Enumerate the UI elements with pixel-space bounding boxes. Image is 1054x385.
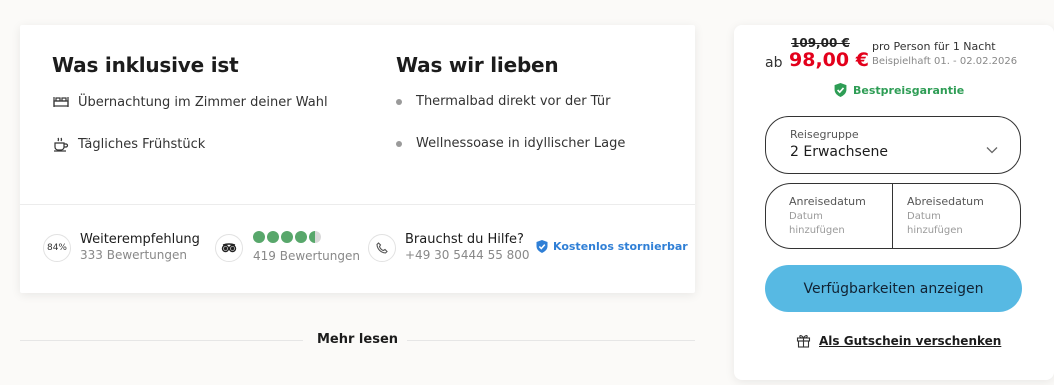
- departure-label: Abreisedatum: [907, 195, 984, 208]
- tripadvisor-count: 419 Bewertungen: [253, 249, 360, 263]
- gift-voucher-link[interactable]: Als Gutschein verschenken: [796, 333, 1001, 348]
- travel-group-value: 2 Erwachsene: [790, 144, 888, 160]
- gift-icon: [796, 333, 811, 348]
- arrival-label: Anreisedatum: [789, 195, 866, 208]
- departure-placeholder: Datum hinzufügen: [907, 211, 963, 236]
- coffee-cup-icon: [52, 136, 70, 152]
- inclusive-item-room: Übernachtung im Zimmer deiner Wahl: [52, 94, 328, 110]
- booking-card: 109,00 € ab 98,00 € pro Person für 1 Nac…: [734, 25, 1054, 380]
- rating-bubble-full: [295, 231, 307, 243]
- chevron-down-icon: [986, 139, 998, 158]
- inclusive-item-breakfast: Tägliches Frühstück: [52, 136, 205, 152]
- rating-bubble-full: [281, 231, 293, 243]
- free-cancellation-badge: Kostenlos stornierbar: [536, 240, 688, 253]
- bullet-dot: [396, 140, 402, 147]
- inclusive-item-label: Tägliches Frühstück: [78, 136, 206, 152]
- example-dates: Beispielhaft 01. - 02.02.2026: [872, 56, 1018, 67]
- phone-icon: [368, 234, 396, 262]
- love-item-label: Wellnessoase in idyllischer Lage: [416, 136, 626, 151]
- date-range-picker: Anreisedatum Datum hinzufügen Abreisedat…: [765, 183, 1021, 249]
- rating-bubble-full: [253, 231, 265, 243]
- free-cancellation-label: Kostenlos stornierbar: [553, 240, 688, 253]
- trust-bar: 84% Weiterempfehlung 333 Bewertungen 419…: [20, 204, 695, 293]
- inclusive-title: Was inklusive ist: [52, 53, 239, 77]
- arrival-date-field[interactable]: Anreisedatum Datum hinzufügen: [766, 184, 893, 248]
- inclusions-card: Was inklusive ist Übernachtung im Zimmer…: [20, 25, 695, 293]
- love-title: Was wir lieben: [396, 53, 559, 77]
- old-price: 109,00 €: [791, 36, 850, 50]
- rating-bubble-full: [267, 231, 279, 243]
- gift-voucher-label: Als Gutschein verschenken: [819, 333, 1002, 348]
- tripadvisor-owl-icon: [215, 234, 243, 262]
- recommendation-title: Weiterempfehlung: [80, 232, 200, 247]
- departure-date-field[interactable]: Abreisedatum Datum hinzufügen: [893, 184, 1020, 248]
- recommendation-percent: 84%: [46, 243, 67, 253]
- tripadvisor-rating: [253, 231, 321, 243]
- travel-group-select[interactable]: Reisegruppe 2 Erwachsene: [765, 116, 1021, 174]
- current-price: 98,00 €: [789, 49, 869, 71]
- bullet-dot: [396, 98, 402, 105]
- help-title: Brauchst du Hilfe?: [405, 232, 524, 247]
- rating-bubble-half: [309, 231, 321, 243]
- read-more[interactable]: Mehr lesen: [20, 330, 695, 350]
- love-item: Thermalbad direkt vor der Tür: [396, 94, 610, 109]
- best-price-guarantee: Bestpreisgarantie: [834, 83, 964, 97]
- love-column: Was wir lieben: [396, 53, 559, 77]
- per-person-note: pro Person für 1 Nacht: [872, 40, 996, 53]
- inclusive-column: Was inklusive ist: [52, 53, 239, 77]
- shield-check-icon: [536, 240, 548, 253]
- love-item-label: Thermalbad direkt vor der Tür: [416, 94, 611, 109]
- recommendation-percent-badge: 84%: [43, 234, 71, 262]
- bed-icon: [52, 94, 70, 110]
- best-price-label: Bestpreisgarantie: [853, 83, 965, 97]
- recommendation-count: 333 Bewertungen: [80, 248, 187, 262]
- divider-right: [407, 340, 695, 341]
- arrival-placeholder: Datum hinzufügen: [789, 211, 845, 236]
- inclusive-item-label: Übernachtung im Zimmer deiner Wahl: [78, 94, 328, 110]
- help-phone[interactable]: +49 30 5444 55 800: [405, 248, 530, 262]
- love-item: Wellnessoase in idyllischer Lage: [396, 136, 625, 151]
- travel-group-label: Reisegruppe: [790, 128, 859, 141]
- show-availability-button[interactable]: Verfügbarkeiten anzeigen: [765, 265, 1022, 312]
- price-prefix: ab: [765, 55, 783, 71]
- shield-check-icon: [834, 83, 847, 97]
